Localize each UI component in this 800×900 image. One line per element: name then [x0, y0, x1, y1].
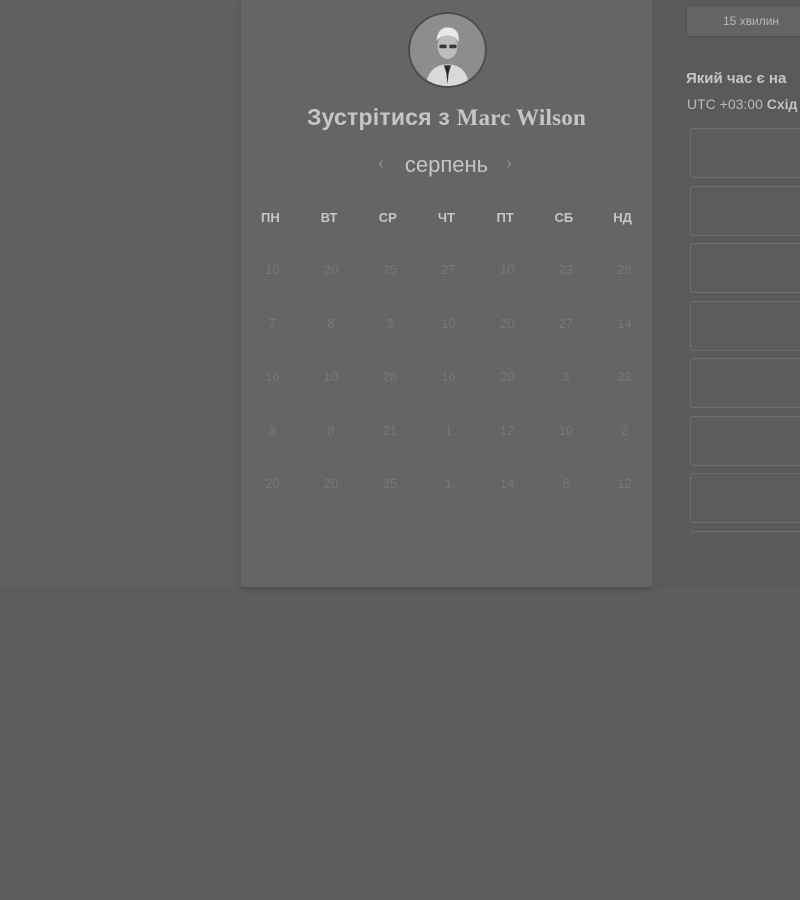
calendar-day[interactable]: 8 [302, 316, 361, 331]
avatar-portrait-icon [411, 14, 484, 86]
calendar-day[interactable]: 23 [537, 262, 596, 277]
page-title: Зустрітися з Marc Wilson [241, 104, 652, 131]
weekday-label: ПТ [496, 210, 514, 225]
timezone-offset: UTC +03:00 [687, 96, 763, 112]
weekday-label: ВТ [320, 210, 338, 225]
chevron-right-icon[interactable]: › [506, 153, 512, 174]
time-slot-button[interactable] [690, 473, 800, 523]
calendar-day[interactable]: 3 [360, 316, 419, 331]
month-navigation: ‹ серпень › [241, 150, 652, 180]
calendar-day[interactable]: 20 [243, 476, 302, 491]
weekday-label: ЧТ [437, 210, 455, 225]
weekday-label: НД [613, 210, 632, 225]
calendar-day[interactable]: 14 [595, 316, 654, 331]
calendar-day[interactable]: 25 [360, 262, 419, 277]
calendar-day[interactable]: 22 [595, 369, 654, 384]
time-slot-button[interactable] [690, 358, 800, 408]
calendar-day[interactable]: 10 [537, 423, 596, 438]
time-slot-button[interactable] [690, 128, 800, 178]
calendar-day[interactable]: 20 [478, 316, 537, 331]
month-label: серпень [404, 152, 489, 177]
weekday-label: ПН [260, 210, 280, 225]
avatar [408, 12, 487, 88]
host-name: Marc Wilson [456, 105, 586, 130]
weekday-label: СР [378, 210, 397, 225]
calendar-day[interactable]: 6 [537, 476, 596, 491]
calendar-card: Зустрітися з Marc Wilson ‹ серпень › ПН В… [241, 0, 652, 587]
calendar-day[interactable]: 16 [243, 369, 302, 384]
calendar-day[interactable]: 27 [537, 316, 596, 331]
calendar-day[interactable]: 10 [419, 316, 478, 331]
calendar-day[interactable]: 8 [302, 423, 361, 438]
calendar-day[interactable]: 2 [595, 423, 654, 438]
time-slot-button[interactable] [690, 530, 800, 535]
calendar-day[interactable]: 12 [595, 476, 654, 491]
calendar-day[interactable]: 20 [478, 369, 537, 384]
calendar-day[interactable]: 1 [419, 423, 478, 438]
calendar-day[interactable]: 20 [302, 262, 361, 277]
calendar-day[interactable]: 3 [537, 369, 596, 384]
calendar-day[interactable]: 1 [419, 476, 478, 491]
time-slot-button[interactable] [690, 185, 800, 236]
calendar-day[interactable]: 12 [478, 423, 537, 438]
timezone-question: Який час є на [686, 70, 787, 87]
calendar-day[interactable]: 28 [360, 369, 419, 384]
calendar-day[interactable]: 25 [360, 476, 419, 491]
calendar-day[interactable]: 10 [243, 262, 302, 277]
calendar-day[interactable]: 16 [419, 369, 478, 384]
time-slot-button[interactable] [690, 300, 800, 351]
calendar-day[interactable]: 28 [595, 262, 654, 277]
time-slot-button[interactable] [690, 415, 800, 466]
time-slot-button[interactable] [690, 243, 800, 293]
weekday-header: ПН ВТ СР ЧТ ПТ СБ НД [241, 210, 652, 230]
timezone-region: Схід [766, 96, 798, 112]
title-prefix: Зустрітися з [307, 104, 450, 130]
calendar-day[interactable]: 3 [243, 423, 302, 438]
chevron-left-icon[interactable]: ‹ [378, 153, 384, 174]
calendar-day[interactable]: 10 [478, 262, 537, 277]
time-slot-panel: 15 хвилин Який час є на UTC +03:00 Схід [653, 0, 800, 587]
calendar-day[interactable]: 14 [478, 476, 537, 491]
time-slot-list [690, 128, 800, 535]
timezone-display[interactable]: UTC +03:00 Схід [687, 96, 797, 112]
weekday-label: СБ [554, 210, 574, 225]
duration-selector[interactable]: 15 хвилин [686, 5, 800, 37]
calendar-day[interactable]: 27 [419, 262, 478, 277]
calendar-day[interactable]: 10 [302, 369, 361, 384]
calendar-day[interactable]: 21 [360, 423, 419, 438]
calendar-day[interactable]: 7 [243, 316, 302, 331]
calendar-day[interactable]: 20 [302, 476, 361, 491]
